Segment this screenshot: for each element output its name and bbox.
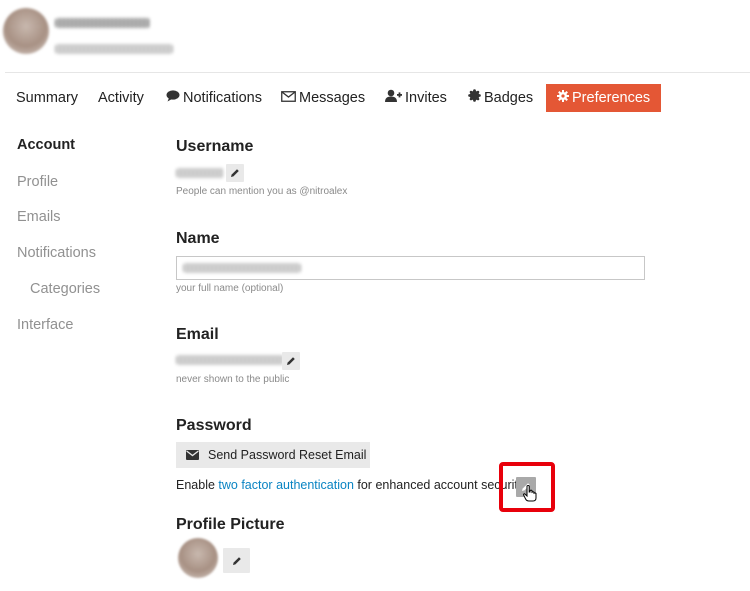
profile-avatar xyxy=(178,538,218,578)
tab-label: Summary xyxy=(16,90,79,106)
certificate-icon xyxy=(468,84,481,112)
email-help: never shown to the public xyxy=(176,374,290,385)
sidebar-item-emails[interactable]: Emails xyxy=(17,209,61,225)
sidebar-item-profile[interactable]: Profile xyxy=(17,174,58,190)
tab-label: Messages xyxy=(299,90,366,106)
tab-badges[interactable]: Badges xyxy=(468,84,533,112)
name-help: your full name (optional) xyxy=(176,283,284,294)
tab-notifications[interactable]: Notifications xyxy=(166,84,262,112)
tab-label: Badges xyxy=(484,90,534,106)
tab-label: Invites xyxy=(405,90,447,106)
pencil-icon xyxy=(286,353,296,369)
comment-icon xyxy=(166,84,180,112)
two-factor-link[interactable]: two factor authentication xyxy=(218,478,354,492)
tab-preferences[interactable]: Preferences xyxy=(546,84,662,112)
edit-username-button[interactable] xyxy=(226,164,244,182)
tab-invites[interactable]: Invites xyxy=(385,84,447,112)
name-input[interactable] xyxy=(176,256,645,280)
sidebar-item-categories[interactable]: Categories xyxy=(30,281,100,297)
header-divider xyxy=(5,72,750,73)
username-title: Username xyxy=(176,138,254,155)
name-title: Name xyxy=(176,230,220,247)
envelope-icon xyxy=(186,450,199,460)
tab-label: Notifications xyxy=(183,90,262,106)
email-title: Email xyxy=(176,326,219,343)
sidebar-item-notifications[interactable]: Notifications xyxy=(17,245,96,261)
pencil-icon xyxy=(232,553,242,569)
redacted-username xyxy=(55,18,150,28)
send-password-reset-button[interactable]: Send Password Reset Email xyxy=(176,442,370,468)
redacted-user-subtitle xyxy=(55,44,173,54)
tab-label: Activity xyxy=(98,90,144,106)
redacted-email-value xyxy=(176,355,284,365)
hand-cursor-icon xyxy=(523,485,537,505)
redacted-name-value xyxy=(183,263,301,273)
pencil-icon xyxy=(230,165,240,181)
user-avatar[interactable] xyxy=(3,8,49,54)
profile-picture-title: Profile Picture xyxy=(176,516,285,533)
sidebar-item-account[interactable]: Account xyxy=(17,137,75,153)
user-header xyxy=(0,0,750,72)
username-help: People can mention you as @nitroalex xyxy=(176,186,348,197)
tab-summary[interactable]: Summary xyxy=(16,84,78,112)
gear-icon xyxy=(557,84,569,112)
sidebar-item-interface[interactable]: Interface xyxy=(17,317,73,333)
tab-label: Preferences xyxy=(572,90,651,106)
send-password-reset-label: Send Password Reset Email xyxy=(208,448,367,462)
redacted-username-value xyxy=(176,168,224,178)
edit-email-button[interactable] xyxy=(282,352,300,370)
user-plus-icon xyxy=(385,84,402,112)
two-factor-line: Enable two factor authentication for enh… xyxy=(176,478,524,492)
two-factor-prefix: Enable xyxy=(176,478,219,492)
envelope-icon xyxy=(281,84,296,112)
user-nav-tabs: Summary Activity Notifications Messages … xyxy=(0,84,750,112)
edit-profile-picture-button[interactable] xyxy=(223,548,250,573)
tab-activity[interactable]: Activity xyxy=(98,84,144,112)
password-title: Password xyxy=(176,417,252,434)
tab-messages[interactable]: Messages xyxy=(281,84,365,112)
